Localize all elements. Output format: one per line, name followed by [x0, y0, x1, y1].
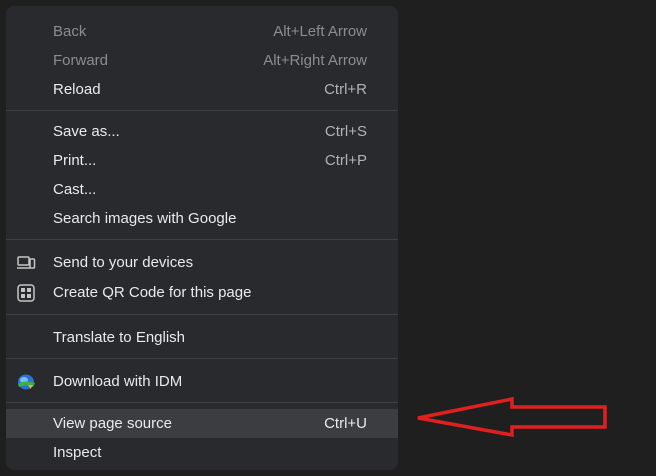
- qr-code-icon: [17, 284, 35, 302]
- menu-item-cast[interactable]: Cast...: [6, 175, 398, 204]
- menu-item-label: Inspect: [53, 444, 102, 461]
- menu-item-shortcut: Ctrl+R: [324, 81, 367, 98]
- menu-item-label: Reload: [53, 81, 101, 98]
- menu-item-shortcut: Ctrl+P: [324, 152, 367, 169]
- menu-item-label: Search images with Google: [53, 210, 237, 227]
- menu-item-idm[interactable]: Download with IDM: [6, 367, 398, 396]
- menu-item-reload[interactable]: Reload Ctrl+R: [6, 75, 398, 104]
- menu-item-label: Translate to English: [53, 329, 186, 346]
- menu-separator: [6, 110, 398, 111]
- annotation-arrow-icon: [417, 396, 607, 438]
- menu-item-label: Forward: [53, 52, 109, 69]
- menu-item-label: View page source: [53, 415, 172, 432]
- menu-item-view-source[interactable]: View page source Ctrl+U: [6, 409, 398, 438]
- menu-item-search-images[interactable]: Search images with Google: [6, 204, 398, 233]
- menu-item-print[interactable]: Print... Ctrl+P: [6, 146, 398, 175]
- menu-separator: [6, 239, 398, 240]
- menu-separator: [6, 314, 398, 315]
- menu-item-send-devices[interactable]: Send to your devices: [6, 248, 398, 278]
- menu-item-label: Save as...: [53, 123, 120, 140]
- idm-icon: [18, 374, 35, 389]
- menu-item-shortcut: Alt+Left Arrow: [273, 23, 367, 40]
- menu-item-label: Cast...: [53, 181, 97, 198]
- context-menu: Back Alt+Left Arrow Forward Alt+Right Ar…: [6, 6, 398, 470]
- menu-item-label: Download with IDM: [53, 373, 183, 390]
- menu-item-label: Back: [53, 23, 87, 40]
- menu-item-label: Send to your devices: [53, 254, 194, 271]
- menu-item-inspect[interactable]: Inspect: [6, 438, 398, 467]
- devices-icon: [17, 256, 36, 269]
- menu-item-label: Print...: [53, 152, 97, 169]
- menu-item-save-as[interactable]: Save as... Ctrl+S: [6, 117, 398, 146]
- menu-item-shortcut: Alt+Right Arrow: [263, 52, 367, 69]
- menu-separator: [6, 358, 398, 359]
- menu-item-back[interactable]: Back Alt+Left Arrow: [6, 17, 398, 46]
- menu-item-translate[interactable]: Translate to English: [6, 323, 398, 352]
- menu-item-label: Create QR Code for this page: [53, 284, 252, 301]
- menu-item-qr-code[interactable]: Create QR Code for this page: [6, 278, 398, 308]
- menu-item-shortcut: Ctrl+U: [324, 415, 367, 432]
- menu-item-shortcut: Ctrl+S: [324, 123, 367, 140]
- menu-separator: [6, 402, 398, 403]
- menu-item-forward[interactable]: Forward Alt+Right Arrow: [6, 46, 398, 75]
